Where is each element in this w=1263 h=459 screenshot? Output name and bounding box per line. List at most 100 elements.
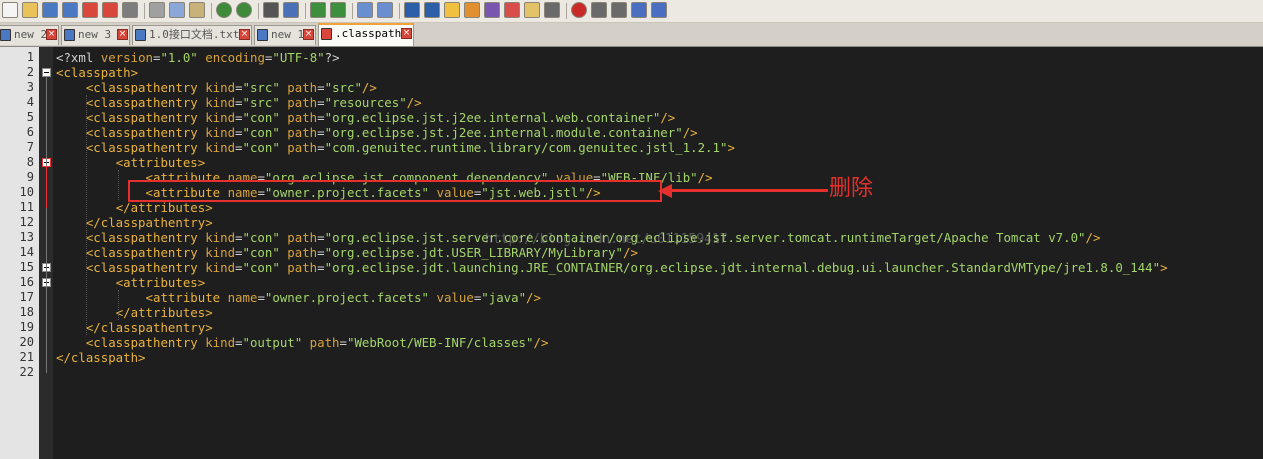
save-macro-icon[interactable] [651, 2, 667, 18]
code-token: kind [205, 110, 236, 125]
tab-0[interactable]: new 2 × [0, 25, 59, 45]
code-token: <attributes> [115, 155, 206, 170]
tab-2[interactable]: 1.0接口文档.txt × [132, 25, 252, 45]
play-macro-icon[interactable] [611, 2, 627, 18]
code-line[interactable]: <classpathentry kind="src" path="src"/> [56, 80, 377, 95]
code-token: "org.eclipse.jdt.launching.JRE_CONTAINER… [324, 260, 1161, 275]
code-token: /> [682, 125, 698, 140]
code-token: kind [205, 335, 236, 350]
sync-h-icon[interactable] [377, 2, 393, 18]
file-icon [0, 29, 11, 41]
line-number: 10 [19, 185, 34, 199]
tab-4[interactable]: .classpath × [318, 23, 414, 46]
record-macro-icon[interactable] [571, 2, 587, 18]
code-token: = [235, 110, 243, 125]
line-number: 15 [19, 260, 34, 274]
code-line[interactable]: <classpathentry kind="con" path="com.gen… [56, 140, 735, 155]
copy-icon[interactable] [169, 2, 185, 18]
watermark: http://blog.csdn.net/u011159417 [485, 232, 728, 247]
tab-label: new 1 [271, 28, 305, 41]
save-all-icon[interactable] [62, 2, 78, 18]
code-line[interactable]: <classpath> [56, 65, 138, 80]
close-all-icon[interactable] [102, 2, 118, 18]
code-token: = [235, 245, 243, 260]
replace-icon[interactable] [283, 2, 299, 18]
code-token: kind [205, 245, 236, 260]
tab-label: new 2 [14, 28, 48, 41]
show-all-chars-icon[interactable] [424, 2, 440, 18]
code-token: /> [406, 95, 422, 110]
code-line[interactable]: </attributes> [56, 200, 213, 215]
indent-guide-icon[interactable] [444, 2, 460, 18]
code-token: = [235, 95, 243, 110]
code-line[interactable]: <attributes> [56, 275, 206, 290]
paste-icon[interactable] [189, 2, 205, 18]
doc-map-icon[interactable] [504, 2, 520, 18]
code-token: path [287, 110, 318, 125]
code-line[interactable]: </attributes> [56, 305, 213, 320]
undo-icon[interactable] [216, 2, 232, 18]
code-line[interactable]: <classpathentry kind="src" path="resourc… [56, 95, 422, 110]
code-token: </classpathentry> [85, 320, 213, 335]
fold-toggle-icon[interactable] [42, 68, 51, 77]
lang-icon[interactable] [464, 2, 480, 18]
annotation-label: 删除 [829, 176, 874, 201]
code-token: = [317, 125, 325, 140]
cut-icon[interactable] [149, 2, 165, 18]
code-token: = [235, 80, 243, 95]
code-token: version [100, 50, 153, 65]
zoom-in-icon[interactable] [310, 2, 326, 18]
function-list-icon[interactable] [484, 2, 500, 18]
code-line[interactable]: </classpath> [56, 350, 146, 365]
tab-3[interactable]: new 1 × [254, 25, 316, 45]
wrap-icon[interactable] [404, 2, 420, 18]
code-line[interactable]: </classpathentry> [56, 320, 213, 335]
run-macro-icon[interactable] [631, 2, 647, 18]
file-icon [257, 29, 268, 41]
new-file-icon[interactable] [2, 2, 18, 18]
code-line[interactable]: <attribute name="owner.project.facets" v… [56, 290, 541, 305]
redo-icon[interactable] [236, 2, 252, 18]
code-token: /> [697, 170, 713, 185]
code-token: encoding [205, 50, 265, 65]
code-token: <classpathentry [85, 95, 206, 110]
code-line[interactable]: <classpathentry kind="output" path="WebR… [56, 335, 549, 350]
code-line[interactable]: <classpathentry kind="con" path="org.ecl… [56, 110, 675, 125]
code-token: = [317, 95, 325, 110]
tab-1[interactable]: new 3 × [61, 25, 130, 45]
sync-scroll-icon[interactable] [357, 2, 373, 18]
code-token: path [287, 230, 318, 245]
zoom-out-icon[interactable] [330, 2, 346, 18]
line-number: 13 [19, 230, 34, 244]
open-file-icon[interactable] [22, 2, 38, 18]
code-token: = [317, 140, 325, 155]
folder-icon[interactable] [524, 2, 540, 18]
fold-guide-line [46, 77, 47, 373]
code-token: <classpathentry [85, 110, 206, 125]
stop-macro-icon[interactable] [591, 2, 607, 18]
find-icon[interactable] [263, 2, 279, 18]
tab-close-icon[interactable]: × [117, 29, 128, 40]
toolbar-separator [211, 3, 212, 19]
tab-close-icon[interactable]: × [46, 29, 57, 40]
code-line[interactable]: <classpathentry kind="con" path="org.ecl… [56, 260, 1168, 275]
tab-close-icon[interactable]: × [401, 28, 412, 39]
code-line[interactable]: <attributes> [56, 155, 206, 170]
tab-close-icon[interactable]: × [239, 29, 250, 40]
code-token: "con" [242, 230, 280, 245]
code-line[interactable]: <classpathentry kind="con" path="org.ecl… [56, 245, 638, 260]
code-line[interactable]: </classpathentry> [56, 215, 213, 230]
monitor-icon[interactable] [544, 2, 560, 18]
code-token: </attributes> [115, 305, 213, 320]
save-icon[interactable] [42, 2, 58, 18]
code-line[interactable]: <?xml version="1.0" encoding="UTF-8"?> [56, 50, 340, 65]
code-editor[interactable]: <?xml version="1.0" encoding="UTF-8"?> <c… [53, 47, 1263, 459]
tab-close-icon[interactable]: × [303, 29, 314, 40]
print-icon[interactable] [122, 2, 138, 18]
code-line[interactable]: <classpathentry kind="con" path="org.ecl… [56, 125, 698, 140]
code-token: path [287, 140, 318, 155]
close-icon[interactable] [82, 2, 98, 18]
code-token: kind [205, 230, 236, 245]
